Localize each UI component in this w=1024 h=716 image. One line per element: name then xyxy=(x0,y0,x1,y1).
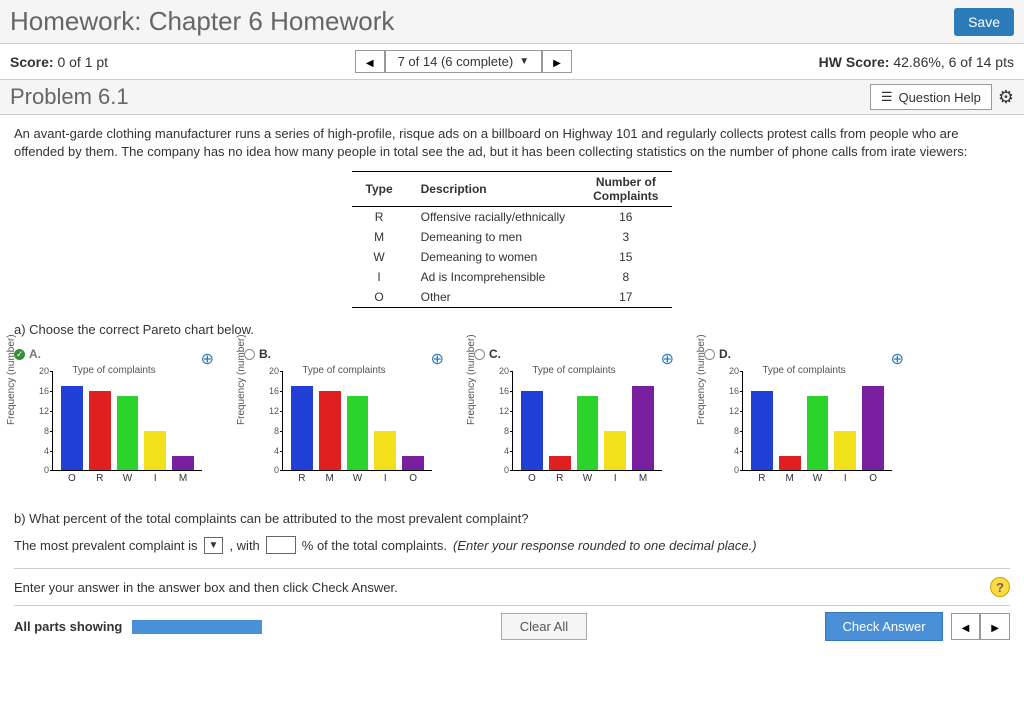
y-axis-label: Frequency (number) xyxy=(466,335,477,426)
problem-text: An avant-garde clothing manufacturer run… xyxy=(14,125,1010,161)
complaint-type-select[interactable]: ▼ xyxy=(204,537,224,554)
x-tick: W xyxy=(807,473,829,484)
help-icon[interactable]: ? xyxy=(990,577,1010,597)
bar xyxy=(604,431,626,471)
table-row: WDemeaning to women15 xyxy=(352,247,673,267)
x-tick: W xyxy=(577,473,599,484)
bar xyxy=(402,456,424,471)
triangle-right-icon: ▶ xyxy=(991,623,999,634)
x-tick: O xyxy=(402,473,424,484)
x-tick: O xyxy=(862,473,884,484)
x-tick: R xyxy=(291,473,313,484)
x-tick: I xyxy=(834,473,856,484)
x-tick: I xyxy=(144,473,166,484)
table-row: ROffensive racially/ethnically16 xyxy=(352,207,673,228)
bar xyxy=(577,396,599,470)
y-axis-label: Frequency (number) xyxy=(236,335,247,426)
bar xyxy=(862,386,884,470)
x-tick: I xyxy=(604,473,626,484)
triangle-right-icon: ▶ xyxy=(553,58,561,69)
question-picker[interactable]: 7 of 14 (6 complete) ▼ xyxy=(385,50,543,73)
y-axis-label: Frequency (number) xyxy=(696,335,707,426)
table-header: Number ofComplaints xyxy=(579,172,672,207)
triangle-left-icon: ◀ xyxy=(366,58,374,69)
triangle-down-icon: ▼ xyxy=(209,540,219,551)
answer-sentence: The most prevalent complaint is ▼ , with… xyxy=(14,536,1010,554)
x-tick: M xyxy=(319,473,341,484)
save-button[interactable]: Save xyxy=(954,8,1014,36)
bar xyxy=(117,396,139,470)
prev-part-button[interactable]: ◀ xyxy=(951,613,981,640)
list-icon: ☰ xyxy=(881,89,893,105)
chart-option-d[interactable]: D.⊕Frequency (number)048121620RMWIOType … xyxy=(704,347,904,495)
bar xyxy=(751,391,773,470)
bar xyxy=(374,431,396,471)
x-tick: R xyxy=(549,473,571,484)
problem-title: Problem 6.1 xyxy=(10,84,129,110)
bar xyxy=(834,431,856,471)
bar xyxy=(61,386,83,470)
bar xyxy=(172,456,194,471)
complaints-table: TypeDescriptionNumber ofComplaints ROffe… xyxy=(352,171,673,308)
bar xyxy=(291,386,313,470)
check-answer-button[interactable]: Check Answer xyxy=(825,612,942,641)
chart-option-b[interactable]: B.⊕Frequency (number)048121620RMWIOType … xyxy=(244,347,444,495)
table-row: MDemeaning to men3 xyxy=(352,227,673,247)
progress-bar xyxy=(132,620,262,634)
table-header: Type xyxy=(352,172,407,207)
hw-score-text: HW Score: 42.86%, 6 of 14 pts xyxy=(819,54,1014,70)
page-title: Homework: Chapter 6 Homework xyxy=(10,6,394,37)
bar xyxy=(319,391,341,470)
x-tick: R xyxy=(751,473,773,484)
prev-question-button[interactable]: ◀ xyxy=(355,50,385,73)
bar xyxy=(144,431,166,471)
part-a-prompt: a) Choose the correct Pareto chart below… xyxy=(14,322,1010,337)
x-tick: O xyxy=(521,473,543,484)
x-tick: I xyxy=(374,473,396,484)
x-tick: M xyxy=(172,473,194,484)
table-header: Description xyxy=(407,172,580,207)
table-row: OOther17 xyxy=(352,287,673,308)
clear-all-button[interactable]: Clear All xyxy=(501,613,587,640)
bar xyxy=(89,391,111,470)
gear-icon[interactable]: ⚙ xyxy=(998,87,1014,108)
parts-status: All parts showing xyxy=(14,619,122,634)
bar xyxy=(521,391,543,470)
question-help-button[interactable]: ☰ Question Help xyxy=(870,84,992,110)
bar xyxy=(807,396,829,470)
x-tick: W xyxy=(117,473,139,484)
x-tick: W xyxy=(347,473,369,484)
bar xyxy=(549,456,571,471)
x-tick: M xyxy=(632,473,654,484)
next-question-button[interactable]: ▶ xyxy=(542,50,572,73)
triangle-down-icon: ▼ xyxy=(519,56,529,67)
score-text: Score: 0 of 1 pt xyxy=(10,54,108,70)
table-row: IAd is Incomprehensible8 xyxy=(352,267,673,287)
bar xyxy=(347,396,369,470)
x-tick: R xyxy=(89,473,111,484)
chart-option-a[interactable]: A.⊕Frequency (number)048121620ORWIMType … xyxy=(14,347,214,495)
y-axis-label: Frequency (number) xyxy=(6,335,17,426)
percent-input[interactable] xyxy=(266,536,296,554)
bar xyxy=(779,456,801,471)
x-tick: M xyxy=(779,473,801,484)
bar xyxy=(632,386,654,470)
next-part-button[interactable]: ▶ xyxy=(980,613,1010,640)
footer-instruction: Enter your answer in the answer box and … xyxy=(14,580,398,595)
chart-option-c[interactable]: C.⊕Frequency (number)048121620ORWIMType … xyxy=(474,347,674,495)
triangle-left-icon: ◀ xyxy=(962,623,970,634)
part-b-prompt: b) What percent of the total complaints … xyxy=(14,511,1010,526)
x-tick: O xyxy=(61,473,83,484)
